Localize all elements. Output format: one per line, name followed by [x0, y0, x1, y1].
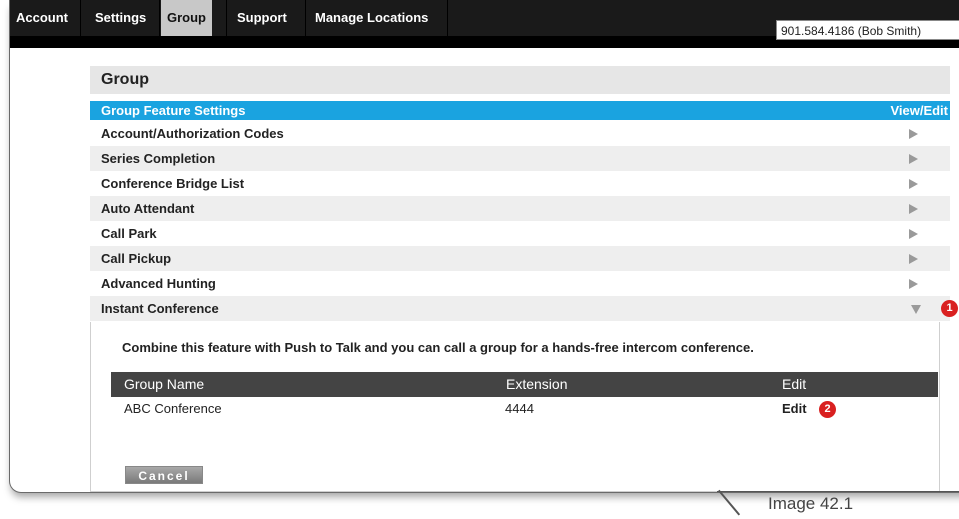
feature-label: Call Pickup — [101, 251, 172, 266]
expand-arrow-icon[interactable] — [909, 154, 918, 164]
feature-row-instant-conference[interactable]: Instant Conference 1 — [90, 296, 958, 321]
caption-line — [717, 491, 959, 492]
callout-badge-2: 2 — [819, 401, 836, 418]
conference-table-header: Group Name Extension Edit — [111, 372, 938, 397]
tab-divider — [159, 0, 160, 36]
column-extension: Extension — [506, 376, 568, 392]
tab-divider — [447, 0, 448, 36]
callout-badge-1: 1 — [941, 300, 958, 317]
expand-arrow-icon[interactable] — [909, 229, 918, 239]
phone-number-select[interactable]: 901.584.4186 (Bob Smith) — [776, 20, 959, 40]
tab-account[interactable]: Account — [10, 0, 68, 36]
feature-settings-header: Group Feature Settings View/Edit — [90, 101, 950, 120]
image-caption: Image 42.1 — [768, 494, 854, 513]
expand-arrow-icon[interactable] — [909, 254, 918, 264]
table-row: ABC Conference 4444 Edit — [111, 398, 938, 420]
feature-row-conference-bridge[interactable]: Conference Bridge List — [90, 171, 950, 196]
tab-settings[interactable]: Settings — [89, 0, 152, 36]
tab-divider — [305, 0, 306, 36]
cell-extension: 4444 — [505, 401, 534, 416]
feature-row-call-park[interactable]: Call Park — [90, 221, 950, 246]
edit-link[interactable]: Edit — [782, 398, 807, 420]
column-edit: Edit — [782, 376, 807, 392]
tab-manage-locations[interactable]: Manage Locations — [309, 0, 434, 36]
feature-label: Series Completion — [101, 151, 216, 166]
feature-row-series-completion[interactable]: Series Completion — [90, 146, 950, 171]
feature-row-auto-attendant[interactable]: Auto Attendant — [90, 196, 950, 221]
panel-title: Group — [90, 66, 950, 94]
expand-arrow-icon[interactable] — [909, 279, 918, 289]
header-view-edit: View/Edit — [890, 103, 948, 118]
feature-label: Call Park — [101, 226, 157, 241]
feature-row-call-pickup[interactable]: Call Pickup — [90, 246, 950, 271]
tab-divider — [226, 0, 227, 36]
cell-group-name: ABC Conference — [124, 401, 222, 416]
cancel-button[interactable]: Cancel — [125, 466, 203, 484]
feature-row-advanced-hunting[interactable]: Advanced Hunting — [90, 271, 950, 296]
expand-arrow-icon[interactable] — [909, 179, 918, 189]
instant-conference-description: Combine this feature with Push to Talk a… — [122, 340, 754, 355]
tab-group[interactable]: Group — [161, 0, 212, 36]
feature-label: Auto Attendant — [101, 201, 195, 216]
feature-label: Account/Authorization Codes — [101, 126, 284, 141]
feature-label: Instant Conference — [101, 301, 219, 316]
collapse-arrow-icon[interactable] — [911, 305, 921, 314]
feature-label: Conference Bridge List — [101, 176, 245, 191]
expand-arrow-icon[interactable] — [909, 129, 918, 139]
caption-diagonal — [718, 489, 741, 516]
feature-row-account-codes[interactable]: Account/Authorization Codes — [90, 121, 950, 146]
header-title: Group Feature Settings — [101, 103, 246, 118]
column-group-name: Group Name — [124, 376, 205, 392]
tab-divider — [80, 0, 81, 36]
expand-arrow-icon[interactable] — [909, 204, 918, 214]
tab-support[interactable]: Support — [231, 0, 293, 36]
feature-label: Advanced Hunting — [101, 276, 216, 291]
